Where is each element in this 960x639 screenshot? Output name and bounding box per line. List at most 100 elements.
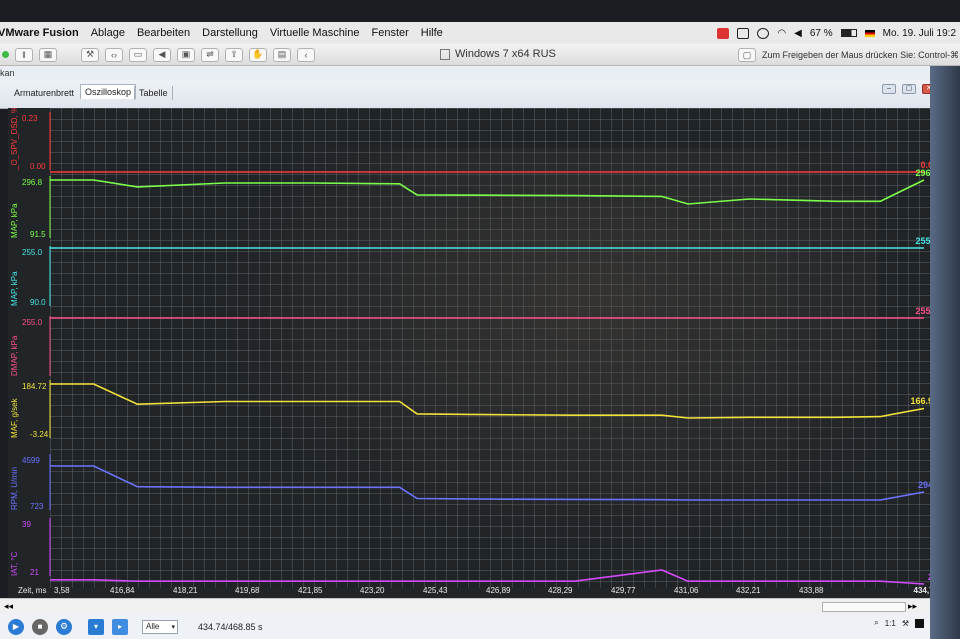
menu-app-name[interactable]: VMware Fusion xyxy=(0,27,85,39)
app-status-icon[interactable] xyxy=(717,27,730,39)
channel-ymin-2: 90.0 xyxy=(30,298,46,307)
menu-fenster[interactable]: Fenster xyxy=(366,27,415,39)
time-tick-12: 433,88 xyxy=(799,586,824,595)
filter-select[interactable]: Alle ▾ xyxy=(142,619,178,634)
maximize-button[interactable]: ▢ xyxy=(902,84,916,94)
record-icon[interactable] xyxy=(915,618,924,628)
vm-title: Windows 7 x64 RUS xyxy=(440,48,556,60)
time-tick-7: 426,89 xyxy=(486,586,511,595)
channel-name-5: RPM, U/min xyxy=(10,466,19,510)
settings-wrench-icon[interactable]: ⚒ xyxy=(81,47,99,62)
play-icon[interactable]: ▶ xyxy=(8,618,24,635)
channel-name-4: MAF, g/sek xyxy=(10,398,19,438)
menu-virtuelle-maschine[interactable]: Virtuelle Maschine xyxy=(264,27,366,39)
tab-tabelle[interactable]: Tabelle xyxy=(134,86,173,100)
time-tick-3: 419,68 xyxy=(235,586,260,595)
zoom-controls: ⌕ 1:1 ⚒ xyxy=(874,618,924,628)
time-tick-4: 421,85 xyxy=(298,586,323,595)
vmware-toolbar: ‖ ▦ ⚒ ‹› ▭ ◀ ▣ ⇌ ⇪ ✋ ▤ ‹ Windows 7 x64 R… xyxy=(0,44,960,66)
time-tick-11: 432,21 xyxy=(736,586,761,595)
time-tick-9: 429,77 xyxy=(611,586,636,595)
share-icon[interactable]: ⇪ xyxy=(225,47,243,62)
channel-ymin-0: 0.00 xyxy=(30,162,46,171)
mouse-hint: ▢ Zum Freigeben der Maus drücken Sie: Co… xyxy=(738,48,959,62)
channel-name-1: MAP, kPa xyxy=(10,203,19,238)
channel-ymax-4: 184.72 xyxy=(22,382,47,391)
mouse-hint-text: Zum Freigeben der Maus drücken Sie: Cont… xyxy=(762,49,960,60)
scroll-thumb[interactable] xyxy=(822,602,906,612)
trace-series-1 xyxy=(50,179,925,205)
time-tick-8: 428,29 xyxy=(548,586,573,595)
back-icon[interactable]: ‹ xyxy=(297,47,315,62)
oscilloscope-chart xyxy=(49,112,925,585)
horizontal-scrollbar[interactable]: ◂◂ ▸▸ xyxy=(0,598,930,615)
library-icon[interactable]: ▦ xyxy=(39,47,57,62)
time-axis: Zeit, ms 3,58 416,84 418,21 419,68 421,85 423,… xyxy=(8,584,944,596)
disk-icon[interactable]: ▭ xyxy=(129,47,147,62)
wifi-icon[interactable]: ◠ xyxy=(777,28,786,39)
macos-menu-bar: VMware Fusion Ablage Bearbeiten Darstell… xyxy=(0,22,960,44)
release-icon[interactable]: ▢ xyxy=(738,48,756,62)
stop-icon[interactable]: ■ xyxy=(32,618,48,635)
zoom-level[interactable]: 1:1 xyxy=(885,619,896,628)
suspend-icon[interactable]: ‖ xyxy=(15,47,33,62)
vm-title-icon xyxy=(440,48,450,60)
battery-percent: 67 % xyxy=(809,27,833,39)
volume-icon[interactable]: ◀ xyxy=(794,28,802,39)
filter-select-value: Alle xyxy=(146,622,160,631)
tab-oszilloskop[interactable]: Oszilloskop xyxy=(80,84,137,99)
time-tick-1: 416,84 xyxy=(110,586,135,595)
tools-icon[interactable]: ⚒ xyxy=(902,619,909,628)
chevron-down-icon: ▾ xyxy=(171,623,175,631)
menu-hilfe[interactable]: Hilfe xyxy=(415,27,449,39)
open-folder-icon[interactable]: ▸ xyxy=(112,618,128,635)
channel-ymin-1: 91.5 xyxy=(30,230,46,239)
menu-bearbeiten[interactable]: Bearbeiten xyxy=(131,27,196,39)
camera-icon[interactable]: ▣ xyxy=(177,47,195,62)
channel-ymax-1: 296.8 xyxy=(22,178,43,187)
vm-title-text: Windows 7 x64 RUS xyxy=(455,48,556,60)
channel-name-3: DMAP, kPa xyxy=(10,335,19,376)
folder-icon[interactable]: ▤ xyxy=(273,47,291,62)
desktop-edge xyxy=(930,66,960,639)
battery-icon[interactable] xyxy=(840,29,857,37)
channel-ymin-4: -3.24 xyxy=(30,430,49,439)
menu-ablage[interactable]: Ablage xyxy=(85,27,131,39)
save-icon[interactable]: ▾ xyxy=(88,618,104,635)
trace-series-6 xyxy=(50,569,925,585)
trace-series-5 xyxy=(50,465,925,501)
channel-ymax-5: 4599 xyxy=(22,456,40,465)
window-dot-icon[interactable] xyxy=(2,51,9,58)
time-tick-2: 418,21 xyxy=(173,586,198,595)
minimize-button[interactable]: – xyxy=(882,84,896,94)
settings-gear-icon[interactable]: ⚙ xyxy=(56,618,72,635)
channel-name-0: _O_SPV_DSD, % xyxy=(10,108,19,170)
zoom-icon[interactable]: ⌕ xyxy=(874,618,878,628)
screen-icon[interactable] xyxy=(737,27,750,39)
app-title: kan xyxy=(0,68,15,78)
time-axis-label: Zeit, ms xyxy=(18,586,47,595)
channel-ymax-3: 255.0 xyxy=(22,318,43,327)
flag-icon[interactable] xyxy=(864,29,875,37)
tab-bar: Armaturenbrett Oszilloskop Tabelle – ▢ ✕ xyxy=(0,80,960,109)
channel-name-6: IAT, °C xyxy=(10,551,19,576)
time-tick-5: 423,20 xyxy=(360,586,385,595)
sound-icon[interactable]: ◀ xyxy=(153,47,171,62)
menu-clock[interactable]: Mo. 19. Juli 19:2 xyxy=(883,28,956,39)
time-machine-icon[interactable] xyxy=(757,27,770,39)
hand-icon[interactable]: ✋ xyxy=(249,47,267,62)
channel-ymax-6: 39 xyxy=(22,520,31,529)
oscilloscope-panel: _O_SPV_DSD, %0.230.000.00MAP, kPa296.891… xyxy=(8,108,944,598)
playback-controls: ▶ ■ ⚙ ▾ ▸ Alle ▾ 434.74/468.85 s ⌕ 1:1 ⚒ xyxy=(0,614,930,639)
channel-name-2: MAP, kPa xyxy=(10,271,19,306)
time-readout: 434.74/468.85 s xyxy=(198,621,263,632)
scroll-end-icon[interactable]: ▸▸ xyxy=(908,601,917,612)
menu-darstellung[interactable]: Darstellung xyxy=(196,27,264,39)
scroll-start-icon[interactable]: ◂◂ xyxy=(4,601,13,612)
usb-icon[interactable]: ⇌ xyxy=(201,47,219,62)
channel-ymin-6: 21 xyxy=(30,568,39,577)
tab-armaturenbrett[interactable]: Armaturenbrett xyxy=(10,86,78,100)
time-tick-10: 431,06 xyxy=(674,586,699,595)
trace-series-4 xyxy=(50,383,925,419)
code-icon[interactable]: ‹› xyxy=(105,47,123,62)
